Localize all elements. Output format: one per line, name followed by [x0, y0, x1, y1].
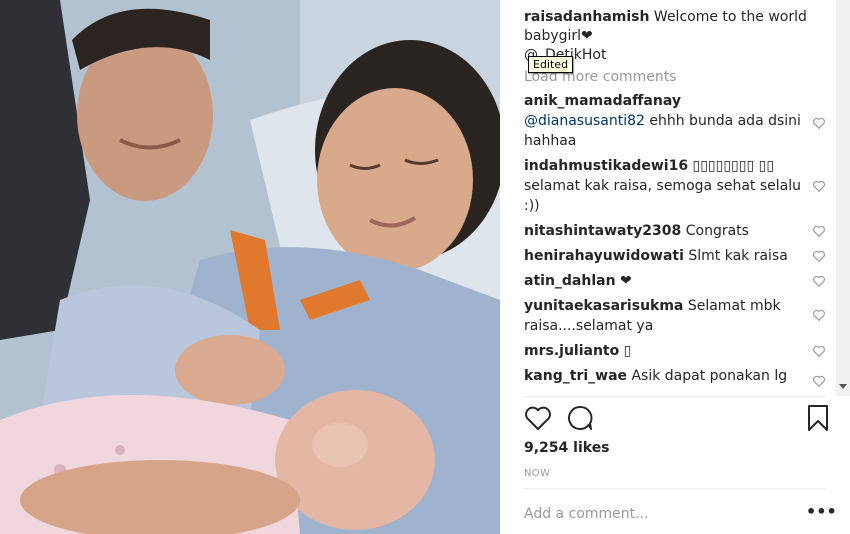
comment-item: yunitaekasarisukma Selamat mbk raisa....… [524, 296, 828, 336]
comment-item: indahmustikadewi16 ▯▯▯▯▯▯▯▯ ▯▯ selamat k… [524, 156, 828, 216]
comment-text: Slmt kak raisa [683, 248, 788, 264]
comment-item: anik_mamadaffanay @dianasusanti82 ehhh b… [524, 91, 828, 151]
comment-item: atin_dahlan ❤ [524, 271, 828, 291]
comment-user[interactable]: mrs.julianto [524, 343, 619, 359]
post-sidebar: raisadanhamish Welcome to the world baby… [500, 0, 850, 534]
comment-user[interactable]: atin_dahlan [524, 273, 616, 289]
comment-text: Congrats [681, 223, 749, 239]
post-photo [0, 0, 500, 534]
divider [524, 488, 826, 489]
comment-item: henirahayuwidowati Slmt kak raisa [524, 246, 828, 266]
comment-user[interactable]: yunitaekasarisukma [524, 298, 683, 314]
comment-mention[interactable]: @dianasusanti82 [524, 113, 645, 129]
like-heart-icon[interactable] [524, 404, 552, 432]
comment-text: ❤ [615, 273, 632, 289]
heart-icon[interactable] [812, 249, 826, 263]
divider [524, 396, 826, 397]
likes-count[interactable]: 9,254 likes [524, 440, 610, 456]
post-timestamp[interactable]: NOW [524, 468, 550, 479]
add-comment-input[interactable] [524, 506, 764, 522]
edited-tooltip: Edited [528, 56, 574, 73]
heart-icon[interactable] [812, 116, 826, 130]
comment-text: Asik dapat ponakan lg [627, 368, 788, 384]
heart-icon[interactable] [812, 344, 826, 358]
heart-icon[interactable] [812, 308, 826, 322]
heart-icon[interactable] [812, 374, 826, 388]
comment-user[interactable]: kang_tri_wae [524, 368, 627, 384]
post-actions [524, 404, 830, 434]
heart-icon[interactable] [812, 224, 826, 238]
comments-scrollbar[interactable] [836, 0, 850, 396]
comment-item: mrs.julianto ▯ [524, 341, 828, 361]
comment-user[interactable]: anik_mamadaffanay [524, 93, 681, 109]
more-options-icon[interactable]: ••• [806, 502, 837, 521]
heart-icon[interactable] [812, 274, 826, 288]
comment-item: kang_tri_wae Asik dapat ponakan lg [524, 366, 828, 388]
photo-illustration [0, 0, 500, 534]
save-bookmark-icon[interactable] [804, 404, 832, 432]
comment-bubble-icon[interactable] [566, 404, 594, 432]
comment-text: ▯ [619, 343, 632, 359]
caption-author[interactable]: raisadanhamish [524, 9, 649, 25]
heart-icon[interactable] [812, 179, 826, 193]
scroll-down-arrow-icon[interactable] [839, 384, 847, 389]
comment-user[interactable]: henirahayuwidowati [524, 248, 684, 264]
comment-user[interactable]: nitashintawaty2308 [524, 223, 681, 239]
comment-item: nitashintawaty2308 Congrats [524, 221, 828, 241]
comment-user[interactable]: indahmustikadewi16 [524, 158, 688, 174]
